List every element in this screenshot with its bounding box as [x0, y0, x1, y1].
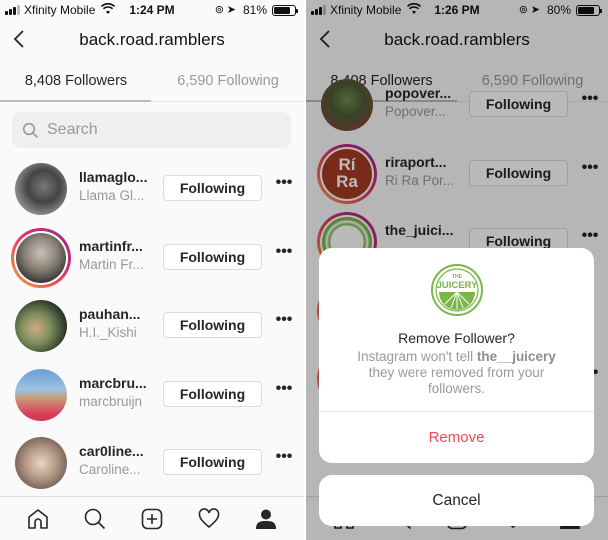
more-options-icon[interactable]: ••• [274, 449, 294, 470]
full-name: H.I._Kishi [79, 325, 137, 340]
new-post-icon[interactable] [139, 506, 165, 532]
following-button[interactable]: Following [163, 449, 262, 475]
page-title: back.road.ramblers [79, 30, 225, 49]
following-button[interactable]: Following [163, 312, 262, 338]
followers-list: llamaglo... Llama Gl... Following ••• mar… [0, 154, 304, 497]
list-item: martinfr... Martin Fr... Following ••• [0, 223, 304, 292]
search-placeholder: Search [47, 121, 98, 138]
list-item: marcbru... marcbruijn Following ••• [0, 360, 304, 429]
profile-icon[interactable] [253, 506, 279, 532]
full-name: Llama Gl... [79, 188, 145, 203]
cancel-button[interactable]: Cancel [319, 475, 594, 526]
remove-follower-dialog: THE JUICERY Remove Follower? Instagram w… [319, 248, 594, 463]
avatar[interactable] [15, 163, 67, 215]
dialog-username: the__juicery [476, 349, 556, 364]
follow-tabs: 8,408 Followers 6,590 Following [0, 60, 304, 102]
username[interactable]: martinfr... [79, 238, 157, 254]
tab-following[interactable]: 6,590 Following [152, 60, 304, 101]
followers-screen-right: Xfinity Mobile 1:26 PM ⊚ ➤ 80% back.road… [306, 0, 608, 540]
battery-icon [272, 5, 298, 16]
the-juicery-logo: THE JUICERY [430, 264, 483, 316]
remove-button[interactable]: Remove [319, 412, 594, 463]
list-item: car0line... Caroline... Following ••• [0, 428, 304, 497]
rotation-lock-icon: ⊚ [214, 4, 224, 16]
full-name: Caroline... [79, 462, 141, 477]
avatar[interactable] [15, 368, 67, 421]
avatar[interactable] [15, 300, 67, 352]
more-options-icon[interactable]: ••• [274, 175, 294, 196]
username[interactable]: llamaglo... [79, 169, 157, 185]
list-item: llamaglo... Llama Gl... Following ••• [0, 154, 304, 223]
active-tab-indicator [0, 100, 151, 102]
logo-text-main: JUICERY [436, 280, 477, 291]
username[interactable]: pauhan... [79, 306, 157, 322]
avatar[interactable] [15, 437, 67, 489]
more-options-icon[interactable]: ••• [274, 380, 294, 402]
search-icon [22, 122, 39, 138]
activity-heart-icon[interactable] [196, 506, 222, 532]
following-button[interactable]: Following [163, 380, 262, 407]
cancel-sheet: Cancel [319, 475, 594, 526]
avatar-with-story-ring[interactable] [11, 227, 71, 288]
dialog-title: Remove Follower? [398, 330, 515, 346]
followers-screen-left: Xfinity Mobile 1:24 PM ⊚ ➤ 81% back.road… [0, 0, 304, 540]
more-options-icon[interactable]: ••• [274, 243, 294, 265]
bottom-tab-bar [0, 496, 304, 540]
following-button[interactable]: Following [163, 175, 262, 201]
home-icon[interactable] [25, 506, 51, 532]
search-icon[interactable] [82, 506, 108, 532]
nav-bar: back.road.ramblers [0, 20, 304, 60]
location-icon: ➤ [226, 4, 236, 16]
full-name: Martin Fr... [79, 256, 144, 272]
search-input[interactable]: Search [12, 112, 291, 148]
more-options-icon[interactable]: ••• [274, 312, 294, 333]
full-name: marcbruijn [79, 393, 143, 409]
tab-followers[interactable]: 8,408 Followers [0, 60, 152, 101]
battery-percent: 81% [242, 3, 267, 17]
username[interactable]: marcbru... [79, 375, 157, 391]
dialog-message: Instagram won't tell the__juicery they w… [357, 349, 556, 396]
username[interactable]: car0line... [79, 443, 157, 459]
list-item: pauhan... H.I._Kishi Following ••• [0, 291, 304, 360]
status-bar: Xfinity Mobile 1:24 PM ⊚ ➤ 81% [0, 0, 304, 20]
following-button[interactable]: Following [163, 243, 262, 270]
